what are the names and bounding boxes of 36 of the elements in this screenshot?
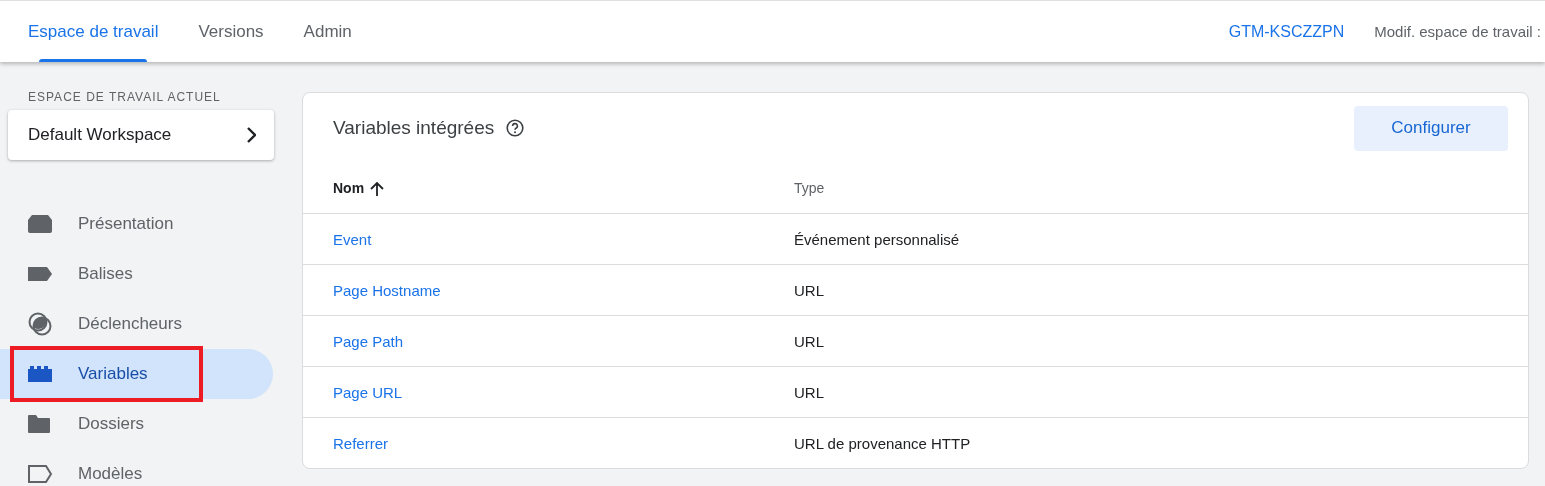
table-cell: URL de provenance HTTP (794, 434, 971, 452)
variable-name-link[interactable]: Page Path (333, 332, 404, 350)
variable-name-link[interactable]: Referrer (333, 434, 388, 452)
workspace-changes-label: Modif. espace de travail : (1374, 23, 1541, 40)
sort-up-arrow-icon (370, 180, 385, 196)
table-cell: URL (794, 281, 824, 299)
sidebar-item[interactable]: Déclencheurs (0, 299, 273, 349)
table-cell: URL (794, 383, 824, 401)
configure-button[interactable]: Configurer (1354, 105, 1508, 151)
sidebar-item[interactable]: Variables (0, 349, 273, 399)
workspace-selector[interactable]: Default Workspace (8, 110, 274, 160)
section-label: ESPACE DE TRAVAIL ACTUEL (28, 90, 221, 104)
help-icon[interactable] (506, 119, 525, 137)
card-title: Variables intégrées (333, 117, 495, 139)
variable-name-link[interactable]: Page Hostname (333, 281, 441, 299)
nav-tab[interactable]: Espace de travail (28, 1, 159, 62)
sidebar-item[interactable]: Balises (0, 249, 273, 299)
chevron-right-icon (246, 127, 256, 143)
tag-icon (28, 267, 52, 281)
table-cell: Événement personnalisé (794, 230, 960, 248)
sidebar-item[interactable]: Présentation (0, 199, 273, 249)
column-header[interactable]: Nom (333, 180, 385, 196)
variable-name-link[interactable]: Page URL (333, 383, 403, 401)
column-header[interactable]: Type (794, 180, 825, 196)
sidebar-item[interactable]: Dossiers (0, 399, 273, 449)
overlapping-circles-icon (28, 312, 52, 336)
container-id-link[interactable]: GTM-KSCZZPN (1228, 22, 1345, 41)
blocks-icon (28, 366, 52, 382)
table-cell: URL (794, 332, 824, 350)
folder-icon (28, 415, 50, 433)
nav-tab[interactable]: Versions (198, 1, 264, 62)
tag-outline-icon (28, 465, 52, 483)
nav-tab[interactable]: Admin (303, 1, 352, 62)
inbox-icon (28, 215, 52, 233)
variable-name-link[interactable]: Event (333, 230, 372, 248)
sidebar-item[interactable]: Modèles (0, 449, 273, 486)
